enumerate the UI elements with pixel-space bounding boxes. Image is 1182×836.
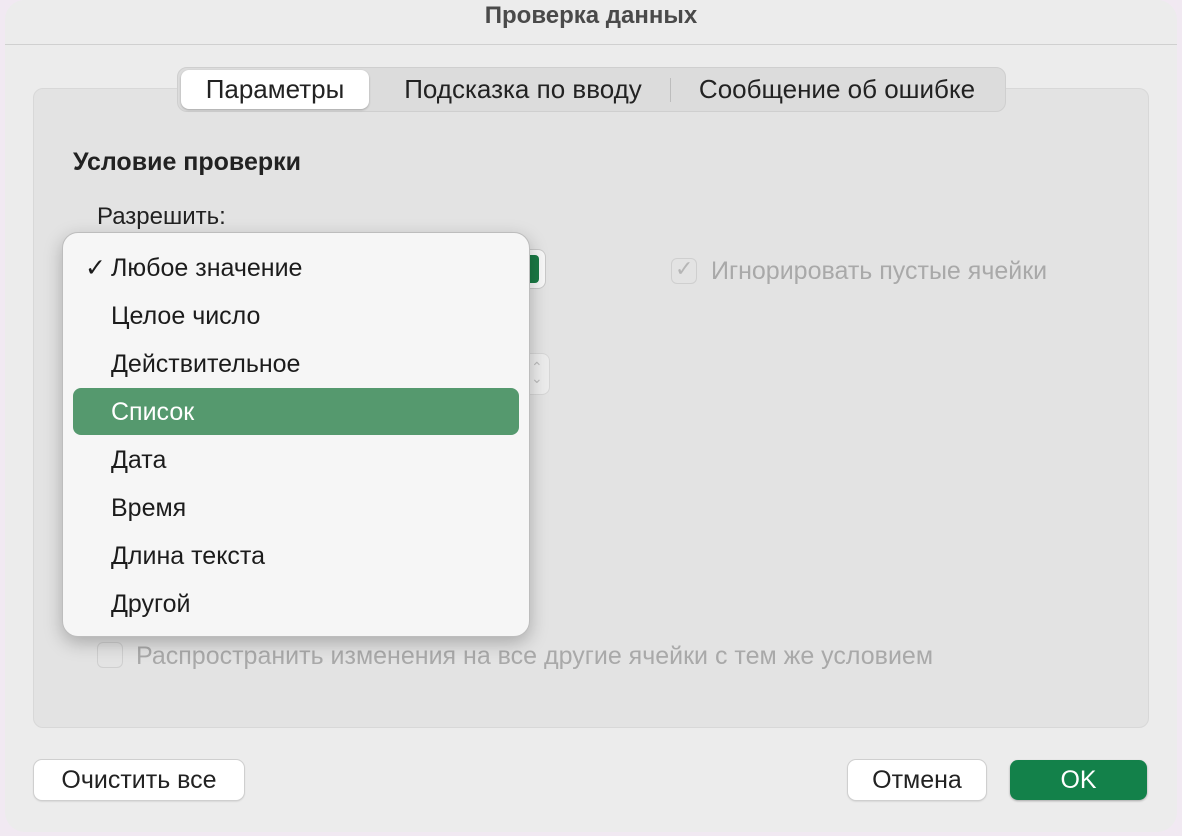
menu-item-date[interactable]: Дата	[73, 436, 519, 483]
tab-bar: Параметры Подсказка по вводу Сообщение о…	[177, 67, 1006, 112]
menu-item-list[interactable]: Список	[73, 388, 519, 435]
menu-item-label: Дата	[111, 446, 167, 474]
apply-all-checkbox[interactable]	[97, 642, 123, 668]
tab-error-alert[interactable]: Сообщение об ошибке	[673, 68, 1001, 111]
cancel-button[interactable]: Отмена	[848, 760, 986, 800]
allow-dropdown-menu: ✓ Любое значение Целое число Действитель…	[62, 232, 530, 637]
ignore-blank-checkbox[interactable]: ✓	[671, 256, 697, 284]
menu-item-label: Длина текста	[111, 542, 266, 570]
allow-label: Разрешить:	[97, 203, 226, 230]
ignore-blank-label: Игнорировать пустые ячейки	[711, 257, 1048, 285]
menu-item-time[interactable]: Время	[73, 484, 519, 531]
checkmark-icon: ✓	[675, 256, 694, 281]
apply-all-label: Распространить изменения на все другие я…	[136, 642, 934, 670]
menu-item-text-length[interactable]: Длина текста	[73, 532, 519, 579]
menu-item-label: Список	[111, 398, 195, 426]
tab-settings[interactable]: Параметры	[181, 70, 369, 109]
menu-item-whole-number[interactable]: Целое число	[73, 292, 519, 339]
dialog-title: Проверка данных	[484, 2, 698, 29]
menu-item-label: Целое число	[111, 302, 261, 330]
menu-item-any-value[interactable]: ✓ Любое значение	[73, 244, 519, 291]
data-validation-dialog: Проверка данных Параметры Подсказка по в…	[5, 0, 1177, 832]
title-bar: Проверка данных	[5, 0, 1177, 45]
ok-button[interactable]: OK	[1010, 760, 1147, 800]
menu-item-label: Другой	[111, 590, 191, 618]
tab-separator	[670, 78, 671, 102]
chevron-updown-icon: ⌃ ⌄	[531, 359, 543, 386]
menu-item-label: Любое значение	[111, 254, 303, 282]
tab-input-message[interactable]: Подсказка по вводу	[378, 68, 668, 111]
clear-all-button[interactable]: Очистить все	[34, 760, 244, 800]
menu-item-label: Время	[111, 494, 187, 522]
validation-criteria-heading: Условие проверки	[73, 148, 302, 176]
menu-item-custom[interactable]: Другой	[73, 580, 519, 627]
menu-item-decimal[interactable]: Действительное	[73, 340, 519, 387]
menu-item-label: Действительное	[111, 350, 301, 378]
checkmark-icon: ✓	[85, 254, 106, 282]
